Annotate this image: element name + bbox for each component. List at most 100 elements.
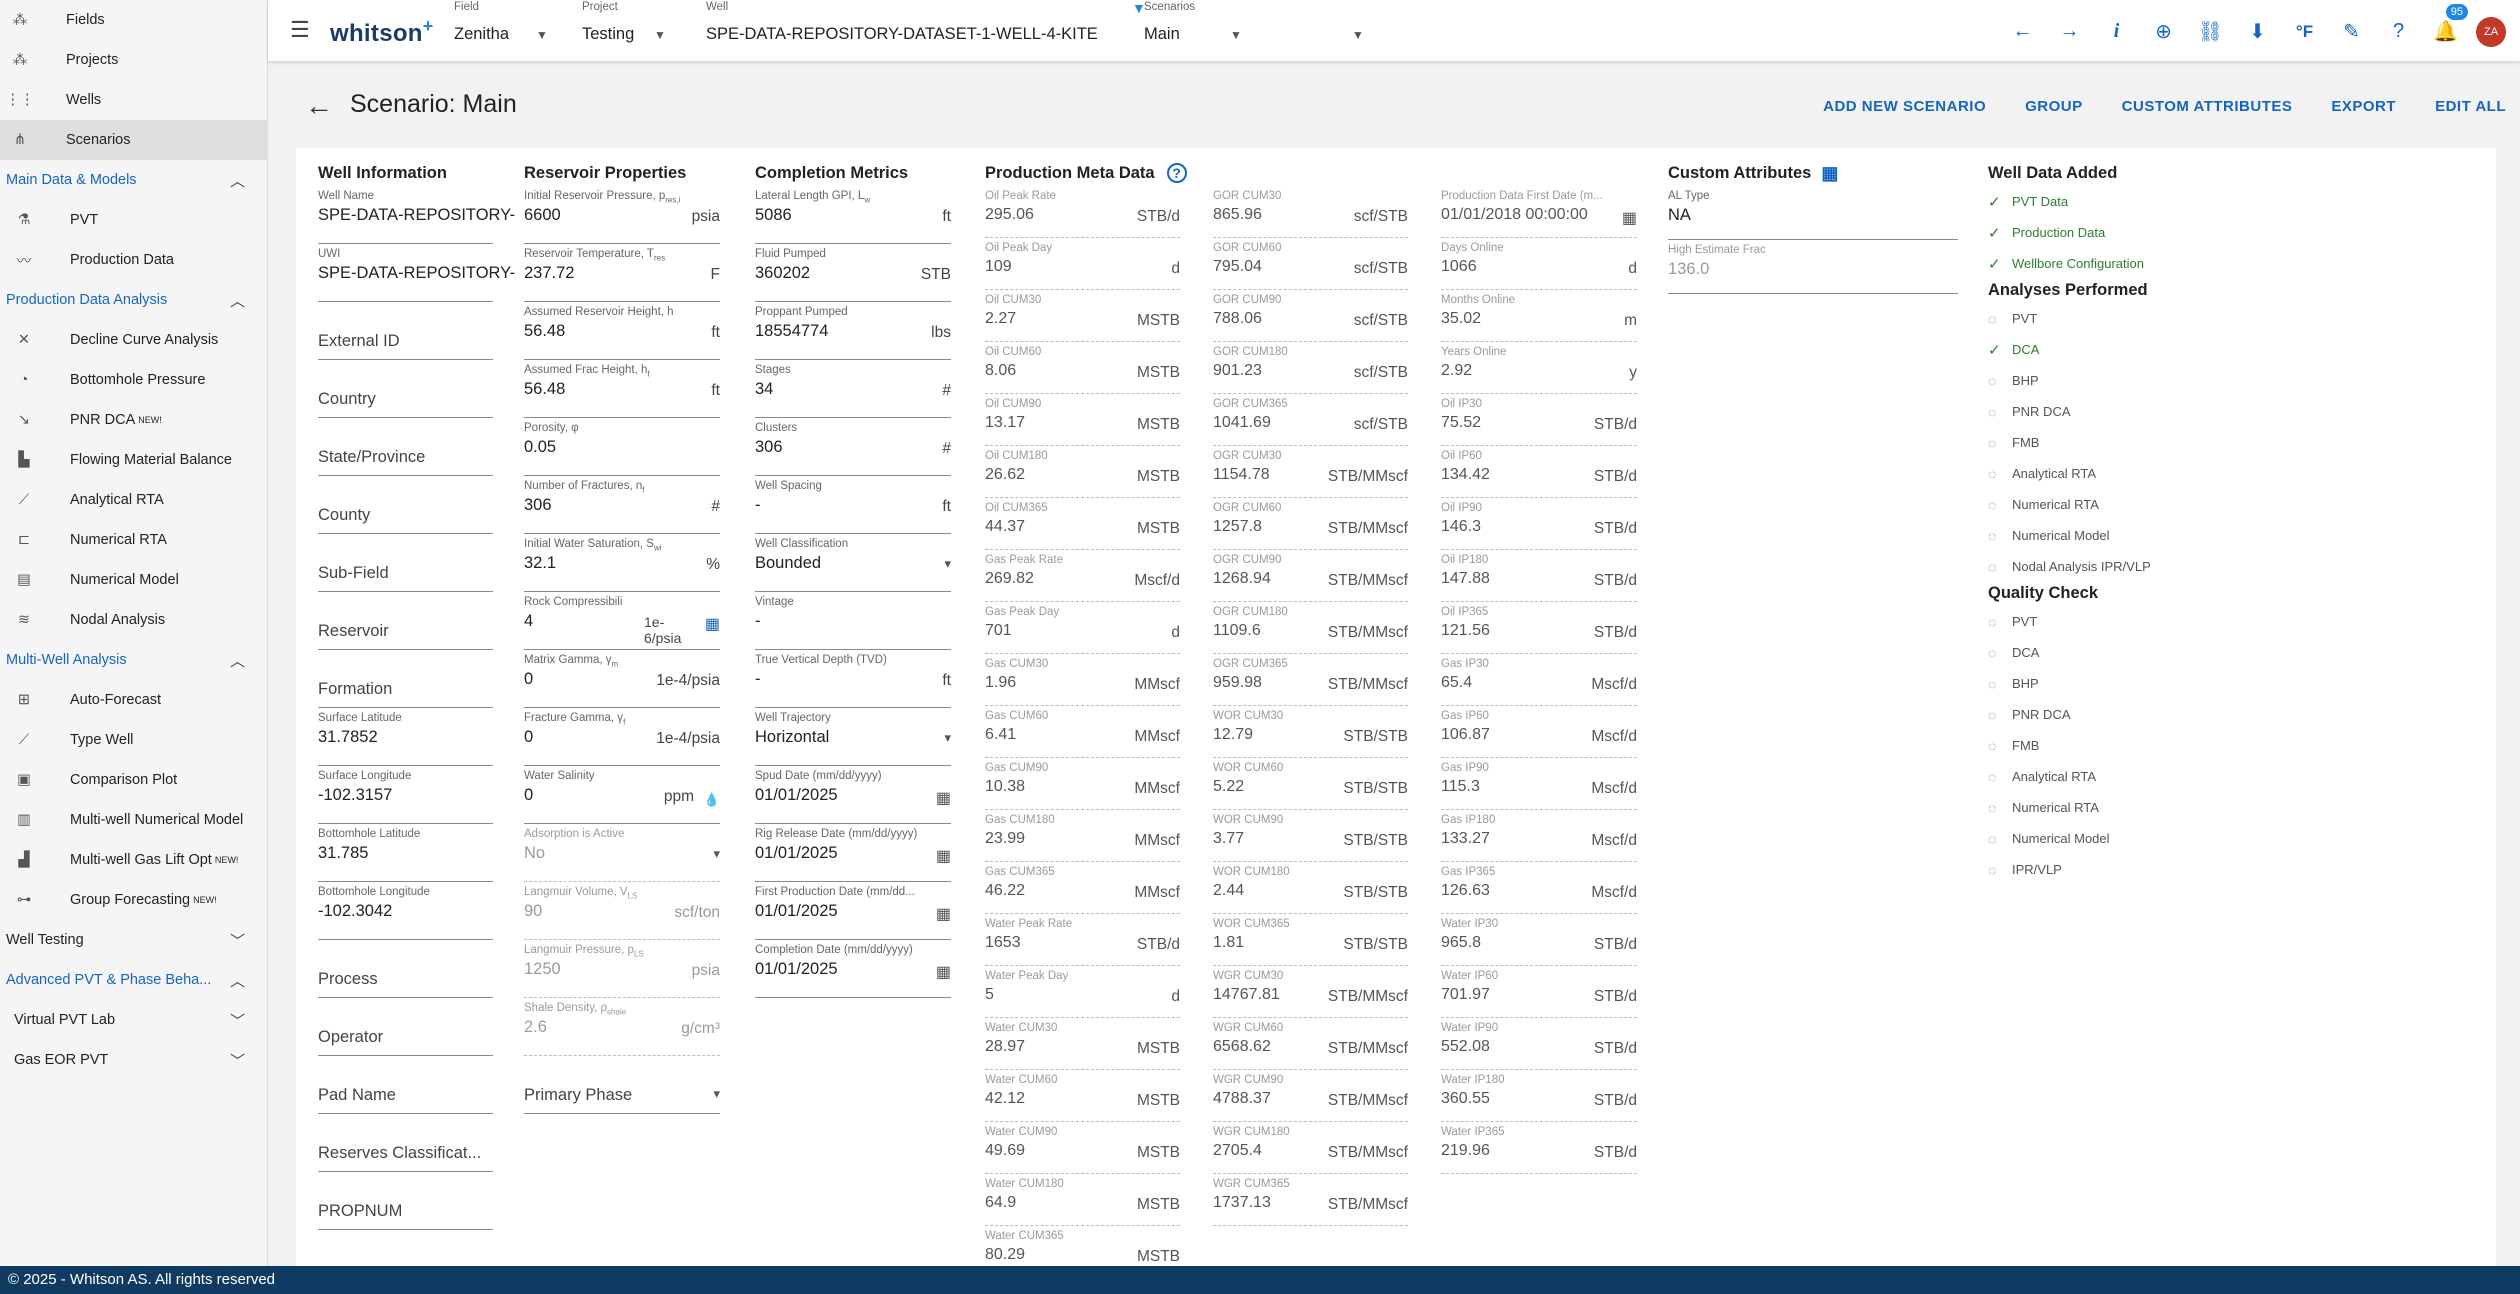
form-field[interactable]: Langmuir Volume, VLS 90 scf/ton: [524, 882, 720, 940]
sidebar-item-multi-well-numerical-model[interactable]: ▥ Multi-well Numerical Model: [0, 800, 267, 840]
sidebar-section-sidebar-pda-label[interactable]: Production Data Analysis ︿: [0, 280, 267, 320]
calendar-icon[interactable]: ▦: [1622, 208, 1637, 228]
back-arrow-icon[interactable]: ←: [305, 90, 333, 122]
sidebar-item-scenarios[interactable]: ⋔ Scenarios: [0, 120, 267, 160]
form-field[interactable]: GOR CUM365 1041.69 scf/STB: [1213, 394, 1408, 446]
edit-all-button[interactable]: EDIT ALL: [2435, 98, 2506, 115]
help-icon[interactable]: ?: [2382, 15, 2415, 48]
globe-icon[interactable]: ⊕: [2147, 15, 2180, 48]
form-field[interactable]: Oil CUM60 8.06 MSTB: [985, 342, 1180, 394]
calendar-icon[interactable]: ▦: [936, 846, 951, 866]
form-field[interactable]: WGR CUM60 6568.62 STB/MMscf: [1213, 1018, 1408, 1070]
form-field[interactable]: Gas Peak Rate 269.82 Mscf/d: [985, 550, 1180, 602]
form-field[interactable]: Process: [318, 940, 493, 998]
form-field[interactable]: Gas IP180 133.27 Mscf/d: [1441, 810, 1637, 862]
form-field[interactable]: OGR CUM30 1154.78 STB/MMscf: [1213, 446, 1408, 498]
sidebar-item-type-well[interactable]: ⟋ Type Well: [0, 720, 267, 760]
avatar[interactable]: ZA: [2476, 16, 2506, 47]
form-field[interactable]: True Vertical Depth (TVD) - ft: [755, 650, 951, 708]
form-field[interactable]: Initial Water Saturation, Swi 32.1%: [524, 534, 720, 592]
form-field[interactable]: Water IP90 552.08 STB/d: [1441, 1018, 1637, 1070]
form-field[interactable]: Fracture Gamma, γf 0 1e-4/psia: [524, 708, 720, 766]
form-field[interactable]: Water IP180 360.55 STB/d: [1441, 1070, 1637, 1122]
form-field[interactable]: WOR CUM365 1.81 STB/STB: [1213, 914, 1408, 966]
export-button[interactable]: EXPORT: [2331, 98, 2396, 115]
form-field[interactable]: Reservoir: [318, 592, 493, 650]
form-field[interactable]: Oil CUM30 2.27 MSTB: [985, 290, 1180, 342]
form-field[interactable]: GOR CUM30 865.96 scf/STB: [1213, 186, 1408, 238]
form-field[interactable]: Oil CUM365 44.37 MSTB: [985, 498, 1180, 550]
form-field[interactable]: Oil IP90 146.3 STB/d: [1441, 498, 1637, 550]
sidebar-item-nodal-analysis[interactable]: ≋ Nodal Analysis: [0, 600, 267, 640]
calendar-icon[interactable]: ▦: [936, 962, 951, 982]
form-field[interactable]: Fluid Pumped 360202 STB: [755, 244, 951, 302]
sidebar-section-sidebar-virtual_pvt[interactable]: Virtual PVT Lab ﹀: [0, 1000, 267, 1040]
form-field[interactable]: Gas IP30 65.4 Mscf/d: [1441, 654, 1637, 706]
form-field[interactable]: Water IP30 965.8 STB/d: [1441, 914, 1637, 966]
form-field[interactable]: Matrix Gamma, γm 0 1e-4/psia: [524, 650, 720, 708]
form-field[interactable]: Rig Release Date (mm/dd/yyyy) 01/01/2025 ▦: [755, 824, 951, 882]
form-field[interactable]: WOR CUM90 3.77 STB/STB: [1213, 810, 1408, 862]
form-field[interactable]: External ID: [318, 302, 493, 360]
form-field[interactable]: WGR CUM365 1737.13 STB/MMscf: [1213, 1174, 1408, 1226]
form-field[interactable]: Oil Peak Rate 295.06 STB/d: [985, 186, 1180, 238]
form-field[interactable]: Primary Phase ▾: [524, 1056, 720, 1114]
form-field[interactable]: OGR CUM180 1109.6 STB/MMscf: [1213, 602, 1408, 654]
sidebar-item-multi-well-gas-lift-opt[interactable]: ▟ Multi-well Gas Lift Opt NEW!: [0, 840, 267, 880]
form-field[interactable]: Oil CUM180 26.62 MSTB: [985, 446, 1180, 498]
form-field[interactable]: Oil Peak Day 109 d: [985, 238, 1180, 290]
form-field[interactable]: Reserves Classificat...: [318, 1114, 493, 1172]
sidebar-item-numerical-model[interactable]: ▤ Numerical Model: [0, 560, 267, 600]
form-field[interactable]: Bottomhole Longitude -102.3042: [318, 882, 493, 940]
form-field[interactable]: Proppant Pumped 18554774 lbs: [755, 302, 951, 360]
sidebar-item-pvt[interactable]: ⚗ PVT: [0, 200, 267, 240]
form-field[interactable]: Gas IP365 126.63 Mscf/d: [1441, 862, 1637, 914]
form-field[interactable]: GOR CUM90 788.06 scf/STB: [1213, 290, 1408, 342]
form-field[interactable]: Years Online 2.92 y: [1441, 342, 1637, 394]
sidebar-item-production-data[interactable]: 〰 Production Data: [0, 240, 267, 280]
form-field[interactable]: Completion Date (mm/dd/yyyy) 01/01/2025 ▦: [755, 940, 951, 998]
info-icon[interactable]: i: [2100, 15, 2133, 48]
sidebar-section-sidebar-well_testing[interactable]: Well Testing ﹀: [0, 920, 267, 960]
form-field[interactable]: Gas IP90 115.3 Mscf/d: [1441, 758, 1637, 810]
form-field[interactable]: GOR CUM60 795.04 scf/STB: [1213, 238, 1408, 290]
feedback-icon[interactable]: ✎: [2335, 15, 2368, 48]
custom-attributes-button[interactable]: CUSTOM ATTRIBUTES: [2122, 98, 2293, 115]
notifications-icon[interactable]: 🔔 95: [2429, 2, 2470, 48]
group-button[interactable]: GROUP: [2025, 98, 2083, 115]
form-field[interactable]: Water CUM30 28.97 MSTB: [985, 1018, 1180, 1070]
sidebar-item-fields[interactable]: ⁂ Fields: [0, 0, 267, 40]
form-field[interactable]: Assumed Reservoir Height, h 56.48 ft: [524, 302, 720, 360]
sidebar-item-projects[interactable]: ⁂ Projects: [0, 40, 267, 80]
form-field[interactable]: Lateral Length GPI, Lw 5086 ft: [755, 186, 951, 244]
form-field[interactable]: Langmuir Pressure, pLS 1250 psia: [524, 940, 720, 998]
form-field[interactable]: UWI SPE-DATA-REPOSITORY-: [318, 244, 515, 302]
form-field[interactable]: Gas Peak Day 701 d: [985, 602, 1180, 654]
form-field[interactable]: Water Peak Day 5 d: [985, 966, 1180, 1018]
form-field[interactable]: Stages 34 #: [755, 360, 951, 418]
add-new-scenario-button[interactable]: ADD NEW SCENARIO: [1823, 98, 1986, 115]
sidebar-item-comparison-plot[interactable]: ▣ Comparison Plot: [0, 760, 267, 800]
form-field[interactable]: OGR CUM365 959.98 STB/MMscf: [1213, 654, 1408, 706]
form-field[interactable]: Formation: [318, 650, 493, 708]
form-field[interactable]: Bottomhole Latitude 31.785: [318, 824, 493, 882]
form-field[interactable]: Adsorption is Active No ▾: [524, 824, 720, 882]
form-field[interactable]: AL Type NA: [1668, 186, 1958, 240]
form-field[interactable]: WGR CUM90 4788.37 STB/MMscf: [1213, 1070, 1408, 1122]
calendar-icon[interactable]: ▦: [936, 788, 951, 808]
form-field[interactable]: First Production Date (mm/dd... 01/01/202…: [755, 882, 951, 940]
form-field[interactable]: Operator: [318, 998, 493, 1056]
form-field[interactable]: Pad Name: [318, 1056, 493, 1114]
form-field[interactable]: PROPNUM: [318, 1172, 493, 1230]
form-field[interactable]: Initial Reservoir Pressure, pres,i 6600 ps…: [524, 186, 720, 244]
form-field[interactable]: Well Classification Bounded ▾: [755, 534, 951, 592]
form-field[interactable]: Water Salinity 0 ppm 💧: [524, 766, 720, 824]
form-field[interactable]: Water CUM90 49.69 MSTB: [985, 1122, 1180, 1174]
form-field[interactable]: Well Trajectory Horizontal ▾: [755, 708, 951, 766]
form-field[interactable]: OGR CUM60 1257.8 STB/MMscf: [1213, 498, 1408, 550]
form-field[interactable]: WOR CUM60 5.22 STB/STB: [1213, 758, 1408, 810]
form-field[interactable]: WOR CUM30 12.79 STB/STB: [1213, 706, 1408, 758]
temperature-unit-toggle[interactable]: °F: [2288, 15, 2321, 48]
form-field[interactable]: Gas IP60 106.87 Mscf/d: [1441, 706, 1637, 758]
form-field[interactable]: Oil CUM90 13.17 MSTB: [985, 394, 1180, 446]
